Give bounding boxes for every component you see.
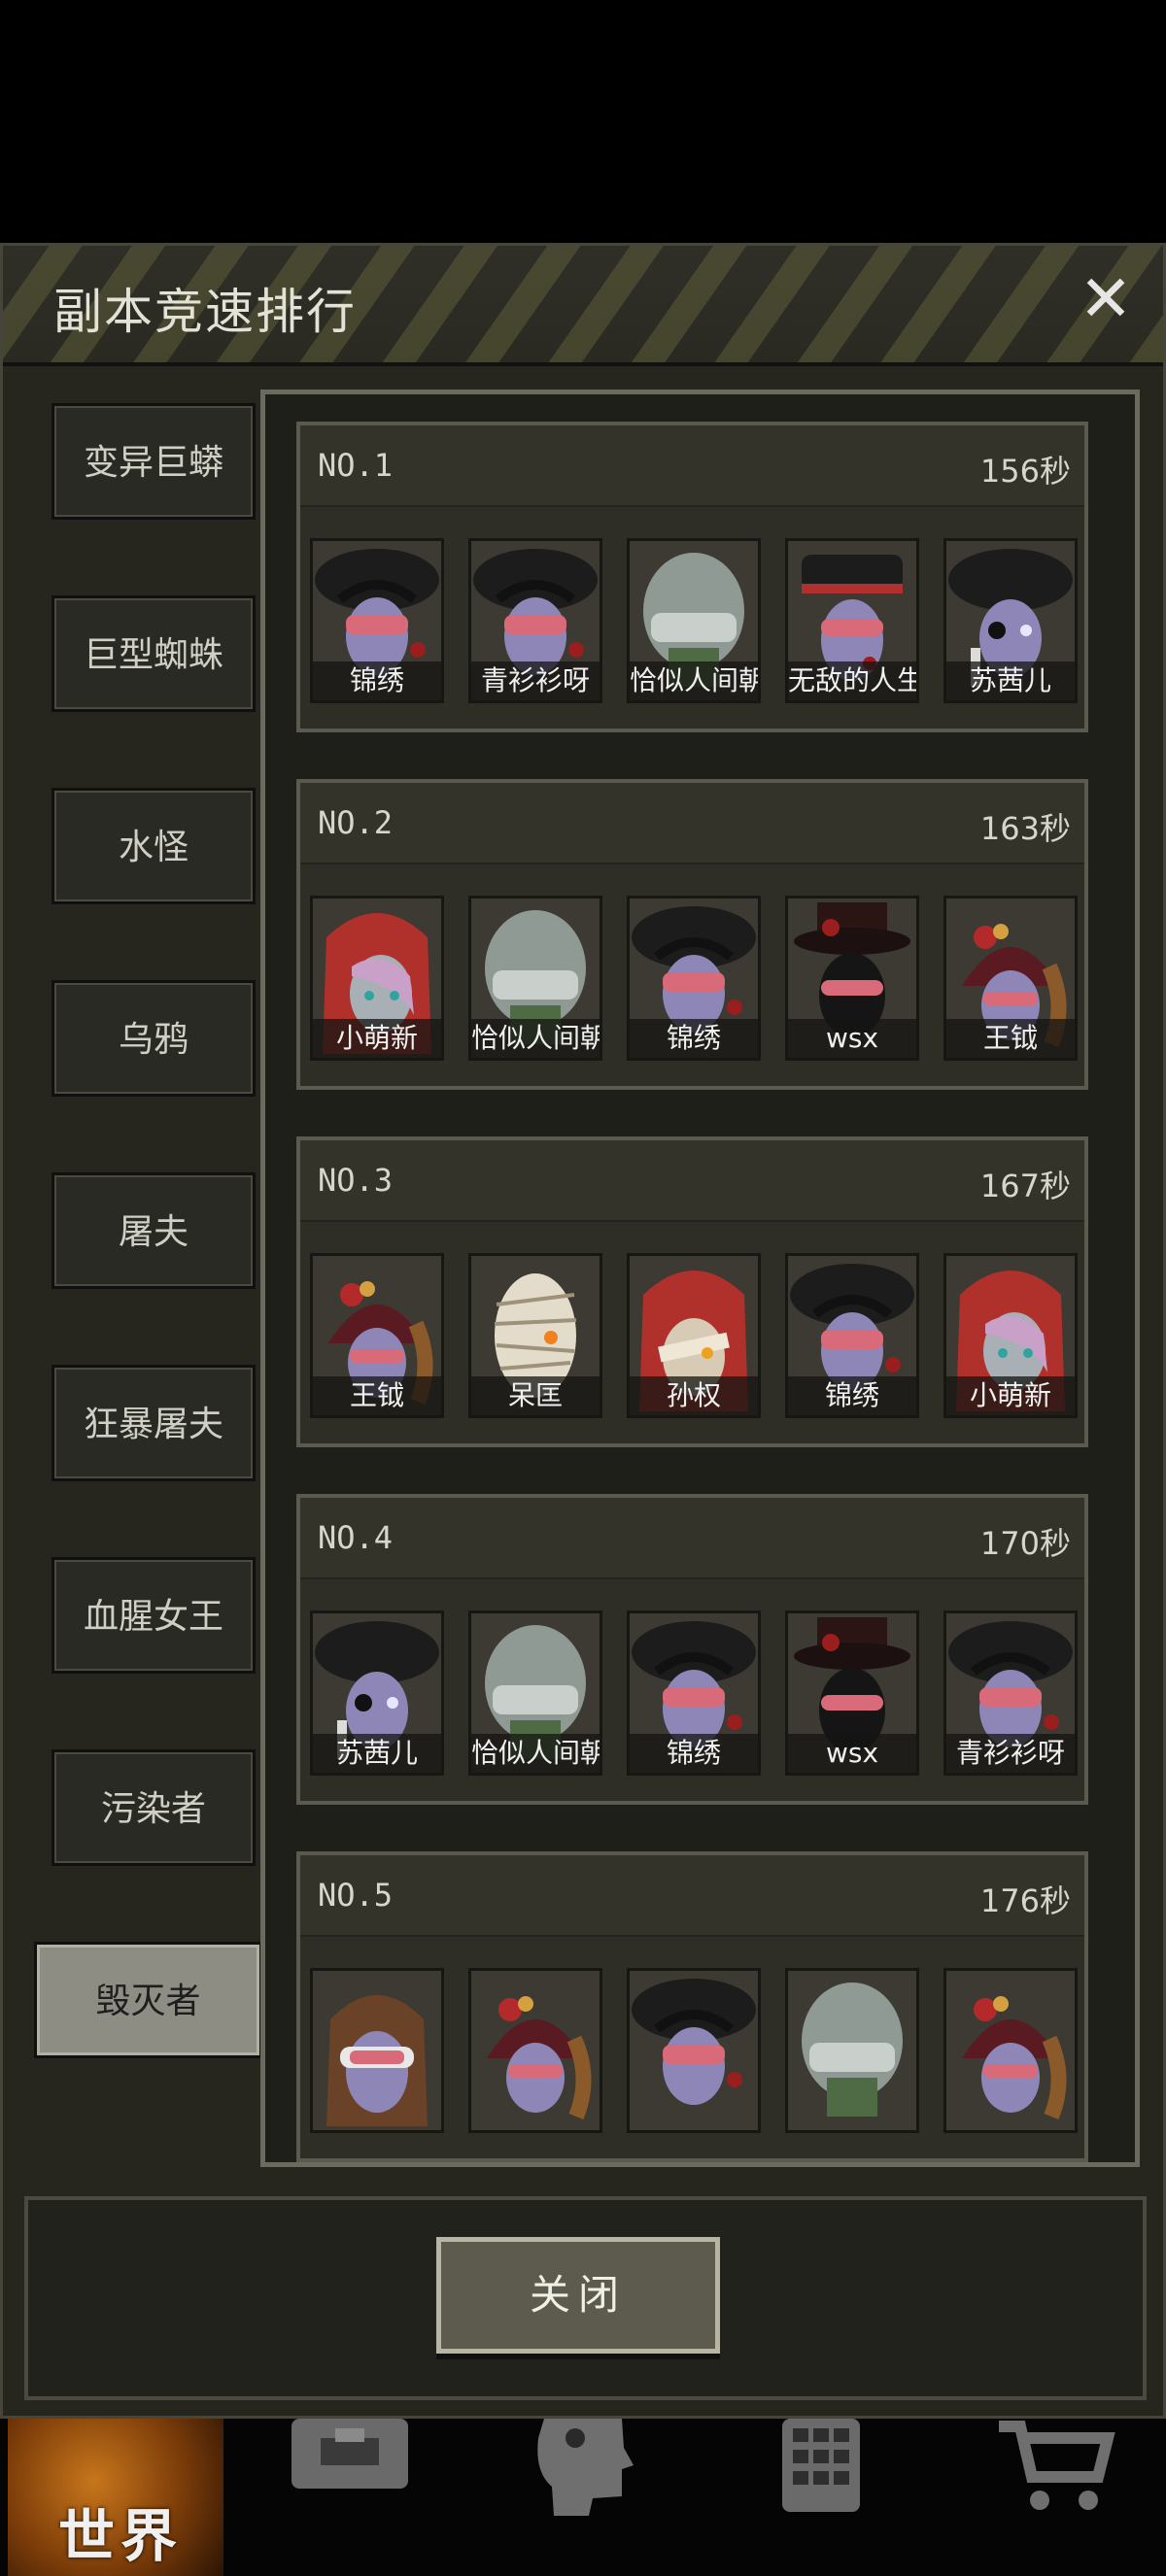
player-name: 小萌新 — [946, 1376, 1075, 1415]
player-avatar[interactable] — [943, 1968, 1078, 2133]
nav-world-label: 世界 — [58, 2503, 184, 2569]
player-name: 呆匡 — [471, 1376, 600, 1415]
player-avatar[interactable]: 青衫衫呀 — [468, 538, 602, 703]
player-name: 王钺 — [946, 1019, 1075, 1058]
player-avatar[interactable]: 锦绣 — [785, 1253, 919, 1418]
player-name: wsx — [788, 1734, 916, 1773]
sidebar-item-bloody-queen[interactable]: 血腥女王 — [51, 1557, 256, 1674]
player-avatar[interactable]: 小萌新 — [943, 1253, 1078, 1418]
nav-phone[interactable] — [768, 2419, 989, 2576]
player-avatar[interactable]: wsx — [785, 1610, 919, 1776]
rank-header: NO.1 156秒 — [300, 425, 1084, 507]
rank-card-3: NO.3 167秒 王钺 呆匡 孙权 锦绣 小萌新 — [296, 1136, 1088, 1447]
sidebar-item-mutant-python[interactable]: 变异巨蟒 — [51, 403, 256, 520]
rank-number: NO.3 — [318, 1162, 394, 1199]
rank-number: NO.1 — [318, 447, 394, 484]
player-name: 无敌的人生 — [788, 661, 916, 700]
player-name: 苏茜儿 — [313, 1734, 441, 1773]
rank-card-5: NO.5 176秒 — [296, 1851, 1088, 2162]
rank-number: NO.4 — [318, 1519, 394, 1556]
rank-number: NO.5 — [318, 1877, 394, 1914]
player-avatar[interactable]: 小萌新 — [310, 896, 444, 1061]
nav-world[interactable]: 世界 — [8, 2419, 223, 2576]
player-name: 锦绣 — [788, 1376, 916, 1415]
player-name: 王钺 — [313, 1376, 441, 1415]
player-avatar[interactable]: 锦绣 — [627, 1610, 761, 1776]
sidebar-item-crow[interactable]: 乌鸦 — [51, 980, 256, 1097]
player-name: 小萌新 — [313, 1019, 441, 1058]
speed-ranking-dialog: 副本竞速排行 ✕ 变异巨蟒 巨型蜘蛛 水怪 乌鸦 屠夫 狂暴屠夫 血腥女王 污染… — [0, 243, 1166, 2419]
player-name: 青衫衫呀 — [946, 1734, 1075, 1773]
player-avatar[interactable]: 恰似人间朝 — [627, 538, 761, 703]
backpack-icon — [292, 2419, 408, 2489]
nav-backpack[interactable] — [282, 2419, 503, 2576]
player-avatar[interactable]: 孙权 — [627, 1253, 761, 1418]
player-avatar[interactable] — [310, 1968, 444, 2133]
sidebar-item-water-monster[interactable]: 水怪 — [51, 788, 256, 904]
bottom-nav: 世界 — [0, 2419, 1166, 2576]
player-avatar[interactable]: 青衫衫呀 — [943, 1610, 1078, 1776]
rank-card-4: NO.4 170秒 苏茜儿 恰似人间朝 锦绣 wsx 青衫衫呀 — [296, 1494, 1088, 1805]
rank-header: NO.2 163秒 — [300, 783, 1084, 864]
rank-number: NO.2 — [318, 804, 394, 841]
player-avatars: 王钺 呆匡 孙权 锦绣 小萌新 — [310, 1253, 1087, 1418]
rank-header: NO.5 176秒 — [300, 1855, 1084, 1937]
rank-header: NO.4 170秒 — [300, 1498, 1084, 1579]
player-avatar[interactable] — [785, 1968, 919, 2133]
player-avatar[interactable]: 苏茜儿 — [310, 1610, 444, 1776]
player-avatar[interactable]: 锦绣 — [310, 538, 444, 703]
player-avatar[interactable] — [468, 1968, 602, 2133]
player-name: wsx — [788, 1019, 916, 1058]
player-name: 恰似人间朝 — [471, 1734, 600, 1773]
rank-time: 176秒 — [979, 1882, 1071, 1919]
sidebar-item-giant-spider[interactable]: 巨型蜘蛛 — [51, 595, 256, 712]
player-name: 孙权 — [630, 1376, 758, 1415]
title-bar: 副本竞速排行 ✕ — [3, 246, 1163, 366]
player-avatars: 小萌新 恰似人间朝 锦绣 wsx 王钺 — [310, 896, 1087, 1061]
sidebar-item-berserk-butcher[interactable]: 狂暴屠夫 — [51, 1365, 256, 1481]
player-avatar[interactable]: 王钺 — [310, 1253, 444, 1418]
player-avatar[interactable] — [627, 1968, 761, 2133]
player-name: 恰似人间朝 — [471, 1019, 600, 1058]
head-profile-icon — [537, 2419, 634, 2516]
player-avatar[interactable]: 无敌的人生 — [785, 538, 919, 703]
rank-time: 156秒 — [979, 453, 1071, 490]
rank-header: NO.3 167秒 — [300, 1140, 1084, 1222]
rank-time: 167秒 — [979, 1168, 1071, 1204]
rank-card-1: NO.1 156秒 锦绣 青衫衫呀 恰似人间朝 无敌的人生 苏茜儿 — [296, 422, 1088, 732]
player-avatars: 锦绣 青衫衫呀 恰似人间朝 无敌的人生 苏茜儿 — [310, 538, 1087, 703]
sidebar-item-butcher[interactable]: 屠夫 — [51, 1172, 256, 1289]
sidebar-item-destroyer[interactable]: 毁灭者 — [34, 1942, 262, 2058]
dialog-title: 副本竞速排行 — [53, 284, 357, 340]
close-icon[interactable]: ✕ — [1072, 265, 1140, 333]
player-name: 苏茜儿 — [946, 661, 1075, 700]
player-avatar[interactable]: 呆匡 — [468, 1253, 602, 1418]
shopping-cart-icon — [999, 2421, 1115, 2510]
player-avatars: 苏茜儿 恰似人间朝 锦绣 wsx 青衫衫呀 — [310, 1610, 1087, 1776]
player-avatar[interactable]: wsx — [785, 896, 919, 1061]
nav-skills[interactable] — [525, 2419, 746, 2576]
rank-card-2: NO.2 163秒 小萌新 恰似人间朝 锦绣 wsx 王钺 — [296, 779, 1088, 1090]
player-name: 恰似人间朝 — [630, 661, 758, 700]
dialog-footer: 关闭 — [24, 2196, 1147, 2400]
player-avatar[interactable]: 苏茜儿 — [943, 538, 1078, 703]
phone-keypad-icon — [782, 2419, 860, 2512]
player-avatar[interactable]: 恰似人间朝 — [468, 896, 602, 1061]
player-avatars — [310, 1968, 1087, 2133]
rank-time: 170秒 — [979, 1525, 1071, 1562]
player-avatar[interactable]: 王钺 — [943, 896, 1078, 1061]
ranking-list[interactable]: NO.1 156秒 锦绣 青衫衫呀 恰似人间朝 无敌的人生 苏茜儿 NO.2 163秒 … — [260, 390, 1140, 2167]
player-name: 青衫衫呀 — [471, 661, 600, 700]
player-name: 锦绣 — [630, 1019, 758, 1058]
sidebar-item-polluter[interactable]: 污染者 — [51, 1749, 256, 1866]
player-avatar[interactable]: 恰似人间朝 — [468, 1610, 602, 1776]
rank-time: 163秒 — [979, 810, 1071, 847]
player-name: 锦绣 — [313, 661, 441, 700]
nav-shop[interactable] — [991, 2419, 1166, 2576]
player-avatar[interactable]: 锦绣 — [627, 896, 761, 1061]
player-name: 锦绣 — [630, 1734, 758, 1773]
close-button[interactable]: 关闭 — [436, 2237, 720, 2354]
